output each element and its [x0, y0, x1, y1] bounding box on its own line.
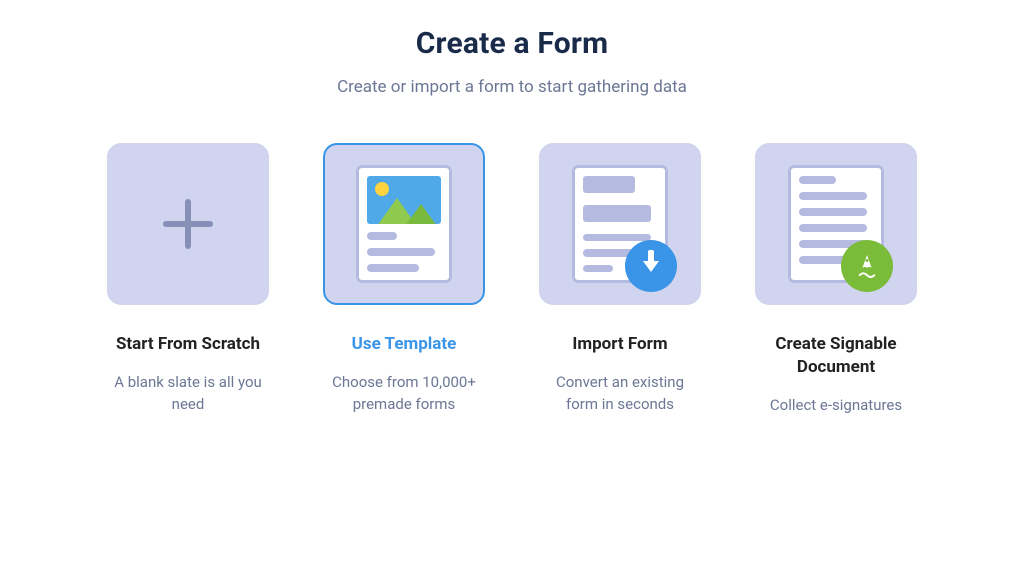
option-tile-import[interactable]	[539, 143, 701, 305]
image-thumbnail-icon	[367, 176, 441, 224]
option-title: Create Signable Document	[755, 333, 917, 379]
signature-pen-icon	[841, 240, 893, 292]
page-subtitle: Create or import a form to start gatheri…	[0, 77, 1024, 97]
option-start-from-scratch[interactable]: Start From Scratch A blank slate is all …	[107, 143, 269, 417]
option-tile-template[interactable]	[323, 143, 485, 305]
import-document-icon	[572, 165, 668, 283]
option-title: Start From Scratch	[116, 333, 260, 356]
option-use-template[interactable]: Use Template Choose from 10,000+ premade…	[323, 143, 485, 417]
plus-icon	[163, 199, 213, 249]
option-import-form[interactable]: Import Form Convert an existing form in …	[539, 143, 701, 417]
template-document-icon	[356, 165, 452, 283]
option-cards: Start From Scratch A blank slate is all …	[0, 143, 1024, 417]
option-description: A blank slate is all you need	[107, 372, 269, 416]
option-create-signable[interactable]: Create Signable Document Collect e-signa…	[755, 143, 917, 417]
option-tile-scratch[interactable]	[107, 143, 269, 305]
option-description: Convert an existing form in seconds	[539, 372, 701, 416]
option-title: Import Form	[572, 333, 667, 356]
option-title: Use Template	[352, 333, 457, 356]
download-arrow-icon	[625, 240, 677, 292]
page-title: Create a Form	[0, 26, 1024, 61]
option-description: Choose from 10,000+ premade forms	[323, 372, 485, 416]
option-tile-signable[interactable]	[755, 143, 917, 305]
option-description: Collect e-signatures	[768, 395, 904, 417]
signable-document-icon	[788, 165, 884, 283]
